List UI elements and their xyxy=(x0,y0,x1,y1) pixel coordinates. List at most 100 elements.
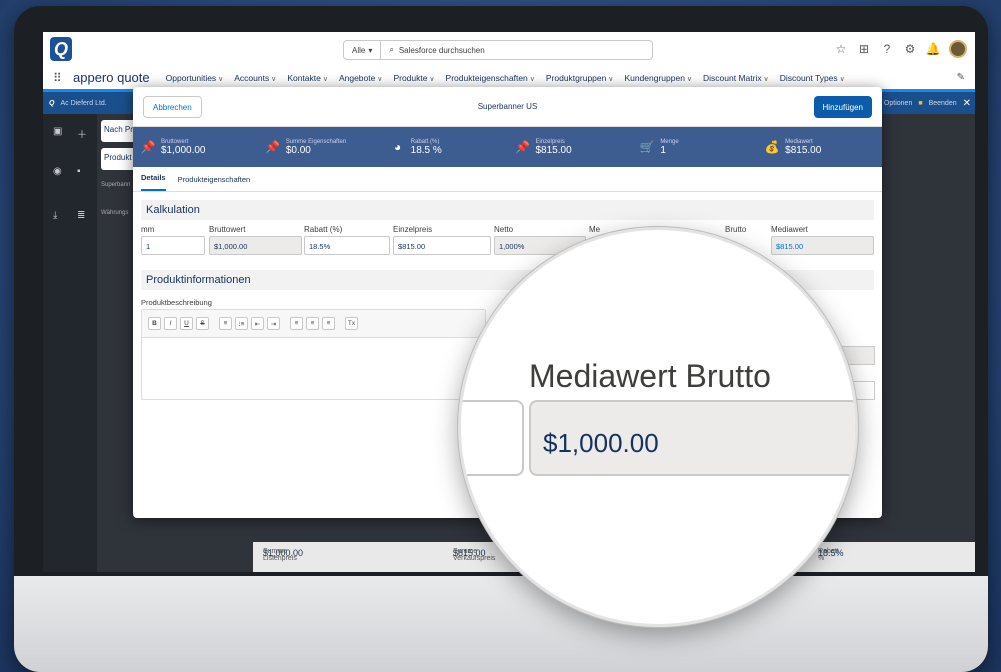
field-me: Me xyxy=(589,225,600,236)
pencil-icon[interactable]: ✎ xyxy=(957,72,965,83)
end-button[interactable]: Beenden xyxy=(929,100,957,107)
bg-row-waehrung: Währungs xyxy=(101,210,129,216)
numbered-list-icon[interactable]: ⁝≡ xyxy=(235,317,248,330)
mm-input[interactable]: 1 xyxy=(141,236,205,255)
kpi-einzelpreis: 📌 Einzelpreis $815.00 xyxy=(515,138,572,156)
add-icon[interactable]: ⊞ xyxy=(857,42,871,56)
download-icon[interactable]: ⤓ xyxy=(53,210,57,221)
rabatt-input[interactable]: 18.5% xyxy=(304,236,390,255)
mediawert-field: $815.00 xyxy=(771,236,874,255)
editor-toolbar: B I U S ≡ ⁝≡ ⇤ ⇥ ≡ ≡ ≡ Tx xyxy=(142,310,485,338)
align-right-icon[interactable]: ≡ xyxy=(322,317,335,330)
pin-icon: 📌 xyxy=(140,140,156,154)
field-brutto-label: Brutto xyxy=(725,225,747,234)
magnifier-callout: Mediawert Brutto $1,000.00 xyxy=(458,227,858,627)
app-logo-icon[interactable]: Q xyxy=(50,37,72,61)
field-netto-label: Netto xyxy=(494,225,514,234)
nav-item-angebote[interactable]: Angebote xyxy=(339,73,382,83)
help-icon[interactable]: ? xyxy=(880,42,894,56)
nav-item-discount-types[interactable]: Discount Types xyxy=(780,73,845,83)
kalkulation-fields: mm 1 Bruttowert $1,000.00 Rabatt (%) 18.… xyxy=(141,220,874,262)
kpi-rabatt: ◕ Rabatt (%) 18.5 % xyxy=(383,139,508,156)
global-header: Q Alle ▾ ⌕ Salesforce durchsuchen ☆ ⊞ ? ⚙ … xyxy=(43,32,975,66)
field-mm-label: mm xyxy=(141,225,155,234)
rich-text-editor[interactable]: B I U S ≡ ⁝≡ ⇤ ⇥ ≡ ≡ ≡ Tx xyxy=(141,309,486,400)
magnified-neighbor-field xyxy=(461,400,524,476)
einzelpreis-input[interactable]: $815.00 xyxy=(393,236,491,255)
add-button[interactable]: Hinzufügen xyxy=(813,96,872,118)
search-scope-select[interactable]: Alle ▾ xyxy=(344,41,382,59)
plus-icon[interactable]: ＋ xyxy=(77,126,87,141)
left-toolbar: ▣ ＋ ◉ ▪ ⤓ ≣ xyxy=(43,114,97,572)
bullet-list-icon[interactable]: ≡ xyxy=(219,317,232,330)
italic-icon[interactable]: I xyxy=(164,317,177,330)
outdent-icon[interactable]: ⇤ xyxy=(251,317,264,330)
kpi-bruttowert: 📌 Bruttowert $1,000.00 xyxy=(140,138,206,156)
nav-item-produkte[interactable]: Produkte xyxy=(393,73,434,83)
strikethrough-icon[interactable]: S xyxy=(196,317,209,330)
bg-row-superbanner: Superbann xyxy=(101,182,131,188)
magnified-field: $1,000.00 xyxy=(529,400,855,476)
field-mm: mm 1 xyxy=(141,225,205,255)
avatar[interactable] xyxy=(949,40,967,58)
subbar-logo-icon: Q xyxy=(49,99,55,107)
align-center-icon[interactable]: ≡ xyxy=(306,317,319,330)
search-scope-label: Alle xyxy=(352,45,366,55)
footer-list-price: Summe Listenpreis $1,000.00 xyxy=(263,548,304,562)
gift-icon: ■ xyxy=(918,99,923,107)
pie-chart-icon: ◕ xyxy=(394,140,402,154)
modal-title: Superbanner US xyxy=(477,102,538,111)
nav-item-kundengruppen[interactable]: Kundengruppen xyxy=(624,73,692,83)
field-mediawert: Mediawert $815.00 xyxy=(771,225,874,255)
pin-icon: 📌 xyxy=(515,140,530,154)
nav-item-discount-matrix[interactable]: Discount Matrix xyxy=(703,73,769,83)
tab-produkteigenschaften[interactable]: Produkteigenschaften xyxy=(178,175,251,191)
nav-item-kontakte[interactable]: Kontakte xyxy=(287,73,328,83)
field-bruttowert: Bruttowert $1,000.00 xyxy=(209,225,302,255)
kpi-menge: 🛒 Menge 1 xyxy=(639,138,679,156)
align-left-icon[interactable]: ≡ xyxy=(290,317,303,330)
field-rabatt: Rabatt (%) 18.5% xyxy=(304,225,390,255)
cart-icon: 🛒 xyxy=(639,140,655,154)
modal-tabs: Details Produkteigenschaften xyxy=(133,167,882,192)
header-icons: ☆ ⊞ ? ⚙ 🔔 xyxy=(834,40,967,58)
options-button[interactable]: Optionen xyxy=(884,100,912,107)
field-mediawert-label: Mediawert xyxy=(771,225,808,234)
nav-item-produkteigenschaften[interactable]: Produkteigenschaften xyxy=(446,73,535,83)
field-brutto: Brutto xyxy=(725,225,746,236)
kpi-summe-eigenschaften: 📌 Summe Eigenschaften $0.00 xyxy=(265,138,347,156)
bold-icon[interactable]: B xyxy=(148,317,161,330)
global-search[interactable]: Alle ▾ ⌕ Salesforce durchsuchen xyxy=(343,40,653,60)
field-rabatt-label: Rabatt (%) xyxy=(304,225,343,234)
footer-discount: Rabatt % 18.5% xyxy=(818,548,844,562)
nav-item-produktgruppen[interactable]: Produktgruppen xyxy=(546,73,614,83)
footer-sales-price: Summe Verkaufspreis $815.00 xyxy=(453,548,496,562)
subbar-account[interactable]: Ac Dieferd Ltd. xyxy=(60,100,106,107)
app-launcher-icon[interactable]: ⠿ xyxy=(53,71,73,85)
pin-icon: 📌 xyxy=(265,140,281,154)
indent-icon[interactable]: ⇥ xyxy=(267,317,280,330)
field-einzelpreis: Einzelpreis $815.00 xyxy=(393,225,491,255)
gear-icon[interactable]: ⚙ xyxy=(903,42,917,56)
search-icon: ⌕ xyxy=(389,45,394,54)
search-input[interactable]: Salesforce durchsuchen xyxy=(399,46,485,55)
eye-icon[interactable]: ◉ xyxy=(53,166,62,177)
list-icon[interactable]: ≣ xyxy=(77,210,85,221)
app-name: appero quote xyxy=(73,70,150,85)
clipboard-icon[interactable]: ▣ xyxy=(53,126,62,137)
favorites-icon[interactable]: ☆ xyxy=(834,42,848,56)
cancel-button[interactable]: Abbrechen xyxy=(143,96,202,118)
nav-item-accounts[interactable]: Accounts xyxy=(234,73,276,83)
bruttowert-field: $1,000.00 xyxy=(209,236,302,255)
magnified-label: Mediawert Brutto xyxy=(529,358,771,394)
modal-header: Abbrechen Superbanner US Hinzufügen xyxy=(133,87,882,127)
clear-format-icon[interactable]: Tx xyxy=(345,317,358,330)
trash-icon[interactable]: ▪ xyxy=(77,166,81,177)
field-einzelpreis-label: Einzelpreis xyxy=(393,225,433,234)
bell-icon[interactable]: 🔔 xyxy=(926,42,941,56)
underline-icon[interactable]: U xyxy=(180,317,193,330)
tab-details[interactable]: Details xyxy=(141,173,166,191)
nav-item-opportunities[interactable]: Opportunities xyxy=(166,73,224,83)
section-kalkulation[interactable]: Kalkulation xyxy=(141,200,874,220)
close-icon[interactable]: ✕ xyxy=(963,98,971,109)
